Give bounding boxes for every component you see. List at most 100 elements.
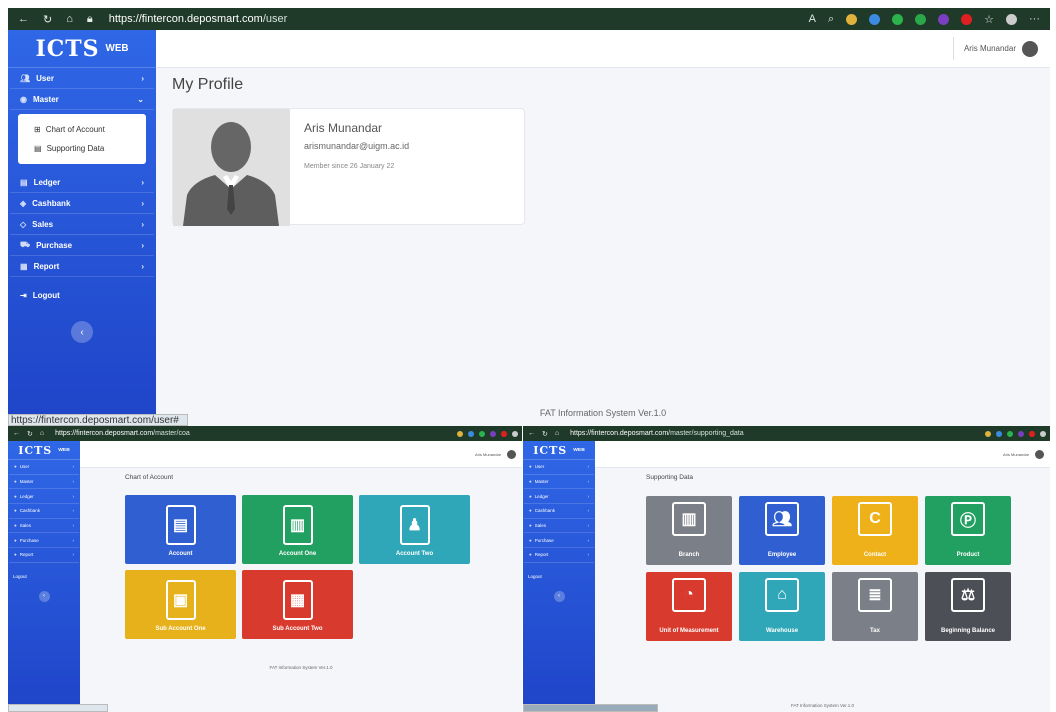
tag-icon: ● — [14, 523, 17, 529]
chevron-right-icon: › — [72, 493, 75, 499]
back-icon[interactable]: ← — [528, 430, 535, 438]
sidebar-item-sales[interactable]: ◇ Sales › — [10, 214, 154, 235]
tile-warehouse[interactable]: ⌂ Warehouse — [739, 572, 825, 641]
extension-icon[interactable] — [985, 430, 991, 437]
sidebar-item-master[interactable]: ● Master › — [524, 475, 594, 490]
extension-icon[interactable] — [915, 13, 927, 25]
chevron-right-icon: › — [72, 464, 75, 470]
topbar-username[interactable]: Aris Munandar — [475, 452, 501, 457]
brand-logo[interactable]: ICTS WEB — [8, 30, 156, 68]
sidebar-item-master[interactable]: ● Master › — [9, 475, 79, 490]
chevron-left-icon: ‹ — [558, 593, 560, 600]
tile-tax[interactable]: ≣ Tax — [832, 572, 918, 641]
sidebar-item-user[interactable]: 👥︎ User › — [10, 68, 154, 89]
logout-link[interactable]: Logout — [523, 569, 595, 585]
book-icon: ● — [529, 493, 532, 499]
tile-employee[interactable]: 👥︎ Employee — [739, 496, 825, 565]
main-content: Chart of Account — [125, 474, 173, 481]
home-icon[interactable]: ⌂ — [40, 430, 44, 438]
extension-icon[interactable] — [490, 430, 496, 437]
profile-avatar-icon[interactable] — [1006, 13, 1017, 25]
zoom-icon[interactable]: ⌕ — [828, 13, 834, 26]
topbar-username[interactable]: Aris Munandar — [1003, 452, 1029, 457]
logout-link[interactable]: Logout — [8, 569, 80, 585]
extension-icon[interactable] — [846, 13, 858, 25]
extension-icon[interactable] — [457, 430, 463, 437]
brand-logo[interactable]: ICTS WEB — [8, 441, 80, 460]
tile-product[interactable]: Ⓟ Product — [925, 496, 1011, 565]
sidebar-item-report[interactable]: ▦ Report › — [10, 256, 154, 277]
tile-sub-account-one[interactable]: ▣ Sub Account One — [125, 570, 236, 639]
extension-icon[interactable] — [892, 13, 904, 25]
tile-unit-of-measurement[interactable]: ◔ Unit of Measurement — [646, 572, 732, 641]
sidebar: ICTS WEB 👥︎ User › ◉ Master ⌄ ⊞ Chart of Accou… — [8, 30, 156, 426]
chevron-right-icon: › — [72, 479, 75, 485]
main-content: My Profile — [172, 76, 243, 106]
sidebar-collapse-button[interactable]: ‹ — [38, 590, 50, 602]
submenu-item-chart-of-account[interactable]: ⊞ Chart of Account — [18, 120, 146, 139]
profile-avatar-icon[interactable] — [1040, 430, 1046, 437]
tile-beginning-balance[interactable]: ⚖ Beginning Balance — [925, 572, 1011, 641]
back-icon[interactable]: ← — [13, 430, 20, 438]
tile-account-one[interactable]: ▥ Account One — [242, 495, 353, 564]
extension-icon[interactable] — [1029, 430, 1035, 437]
reload-icon[interactable]: ↻ — [43, 13, 52, 26]
extension-icon[interactable] — [996, 430, 1002, 437]
sidebar-item-purchase[interactable]: ⛟ Purchase › — [10, 235, 154, 256]
sidebar-item-ledger[interactable]: ▤ Ledger › — [10, 172, 154, 193]
sidebar-item-report[interactable]: ● Report › — [524, 548, 594, 563]
sidebar-item-user[interactable]: ● User › — [524, 460, 594, 475]
extension-icon[interactable] — [1007, 430, 1013, 437]
sidebar-item-cashbank[interactable]: ● Cashbank › — [9, 504, 79, 519]
logout-link[interactable]: ⇥ Logout — [8, 283, 156, 307]
sidebar-item-sales[interactable]: ● Sales › — [524, 519, 594, 534]
chevron-right-icon: › — [72, 508, 75, 514]
sidebar-item-purchase[interactable]: ● Purchase › — [9, 533, 79, 549]
sidebar-collapse-button[interactable]: ‹ — [71, 321, 93, 343]
home-icon[interactable]: ⌂ — [66, 13, 73, 26]
tile-branch[interactable]: ▥ Branch — [646, 496, 732, 565]
address-bar[interactable]: https://fintercon.deposmart.com/master/s… — [570, 430, 744, 437]
user-avatar-icon[interactable] — [1022, 40, 1038, 57]
reload-icon[interactable]: ↻ — [542, 430, 548, 438]
back-icon[interactable]: ← — [18, 13, 29, 26]
extension-icon[interactable] — [468, 430, 474, 437]
tile-account[interactable]: ▤ Account — [125, 495, 236, 564]
sidebar-item-purchase[interactable]: ● Purchase › — [524, 533, 594, 549]
home-icon[interactable]: ⌂ — [555, 430, 559, 438]
extension-icon[interactable] — [869, 13, 881, 25]
user-avatar-icon[interactable] — [1035, 449, 1044, 459]
user-avatar-icon[interactable] — [507, 449, 516, 459]
sidebar-item-report[interactable]: ● Report › — [9, 548, 79, 563]
profile-avatar-icon[interactable] — [512, 430, 518, 437]
sidebar-item-ledger[interactable]: ● Ledger › — [9, 489, 79, 505]
topbar-username[interactable]: Aris Munandar — [964, 44, 1016, 53]
extension-icon[interactable] — [1018, 430, 1024, 437]
address-bar[interactable]: https://fintercon.deposmart.com/user — [109, 13, 288, 25]
sidebar-item-cashbank[interactable]: ● Cashbank › — [524, 504, 594, 519]
address-bar[interactable]: https://fintercon.deposmart.com/master/c… — [55, 430, 190, 437]
tile-account-two[interactable]: ♟ Account Two — [359, 495, 470, 564]
reload-icon[interactable]: ↻ — [27, 430, 33, 438]
footer: FAT Information System Ver.1.0 — [790, 703, 855, 708]
reader-icon: ♟ — [407, 517, 422, 534]
tile-sub-account-two[interactable]: ▦ Sub Account Two — [242, 570, 353, 639]
extension-icon[interactable] — [961, 13, 973, 25]
chevron-right-icon: › — [141, 219, 144, 229]
sidebar-item-master[interactable]: ◉ Master ⌄ — [10, 89, 154, 110]
extension-icon[interactable] — [479, 430, 485, 437]
extension-icon[interactable] — [938, 13, 950, 25]
extension-icon[interactable] — [501, 430, 507, 437]
sidebar-item-cashbank[interactable]: ◈ Cashbank › — [10, 193, 154, 214]
sidebar-collapse-button[interactable]: ‹ — [553, 590, 565, 602]
sidebar-item-ledger[interactable]: ● Ledger › — [524, 489, 594, 505]
favorites-icon[interactable]: ☆ — [984, 13, 994, 26]
submenu-item-supporting-data[interactable]: ▤ Supporting Data — [18, 139, 146, 158]
tile-contact[interactable]: C Contact — [832, 496, 918, 565]
read-aloud-icon[interactable]: A — [809, 13, 816, 25]
sitemap-icon: ⊞ — [34, 125, 41, 134]
more-icon[interactable]: ··· — [1029, 13, 1040, 25]
sidebar-item-user[interactable]: ● User › — [9, 460, 79, 475]
sidebar-item-sales[interactable]: ● Sales › — [9, 519, 79, 534]
brand-logo[interactable]: ICTS WEB — [523, 441, 595, 460]
